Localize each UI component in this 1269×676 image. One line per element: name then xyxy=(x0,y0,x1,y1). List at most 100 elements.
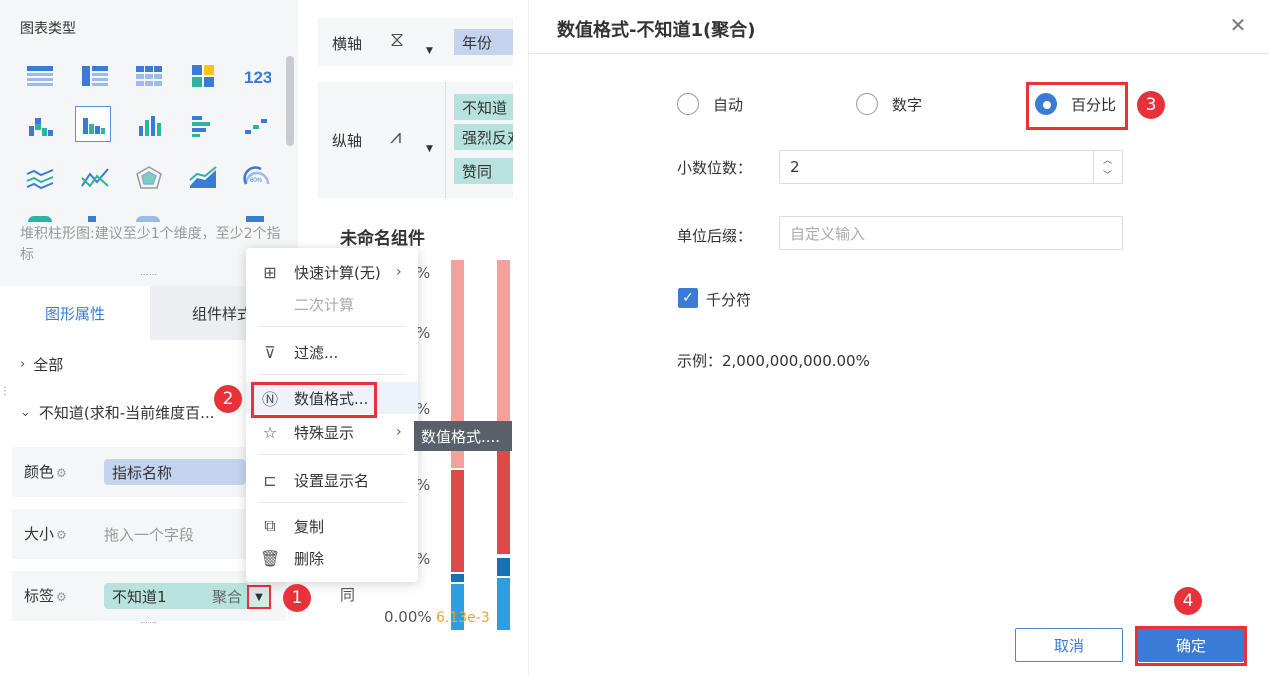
tag-row: 标签 ⚙ 不知道1 聚合 xyxy=(12,571,286,621)
dialog-header: 数值格式-不知道1(聚合) ✕ xyxy=(529,0,1269,54)
axes-panel: 横轴 ⧖ ▼ 年份 纵轴 ⩘ ▼ 不知道 强烈反对 赞同 xyxy=(318,18,513,198)
bar-segment[interactable] xyxy=(451,574,464,582)
horizontal-bar-icon[interactable] xyxy=(185,108,221,144)
gear-icon[interactable]: ⚙ xyxy=(56,590,67,604)
tree-item-all[interactable]: › 全部 xyxy=(20,354,63,375)
side-char: 同 xyxy=(340,586,356,604)
thousands-checkbox[interactable]: ✓ xyxy=(678,288,698,308)
decimal-label: 小数位数： xyxy=(677,159,753,177)
radio-number[interactable]: 数字 xyxy=(856,93,922,115)
table-icon[interactable] xyxy=(22,58,58,94)
axis-sort-icon[interactable]: ⧖ xyxy=(390,27,404,51)
menu-item-secondary-calc: 二次计算 xyxy=(294,295,355,314)
area-chart-icon[interactable] xyxy=(185,160,221,196)
bar-chart-icon[interactable] xyxy=(75,106,111,142)
stacked-bar-icon[interactable] xyxy=(22,108,58,144)
multi-line-icon[interactable] xyxy=(22,160,58,196)
close-icon[interactable]: ✕ xyxy=(1225,12,1251,38)
radio-auto[interactable]: 自动 xyxy=(677,93,743,115)
tag-field-pill[interactable]: 不知道1 聚合 xyxy=(104,583,250,609)
tab-graphic-properties[interactable]: 图形属性 xyxy=(0,286,150,340)
bar-segment[interactable] xyxy=(451,470,464,572)
color-label: 颜色 ⚙ xyxy=(24,463,67,481)
bar-segment[interactable] xyxy=(497,578,510,630)
chevron-up-icon[interactable]: ︿ xyxy=(1103,153,1112,166)
menu-item-copy[interactable]: ⧉ 复制 xyxy=(246,510,418,542)
thousands-label: 千分符 xyxy=(706,291,752,309)
decimal-input[interactable]: 2 xyxy=(779,150,1123,184)
svg-text:123: 123 xyxy=(244,68,271,87)
radio-circle xyxy=(856,93,878,115)
step-badge-2: 2 xyxy=(214,385,242,413)
menu-divider xyxy=(258,326,406,327)
menu-item-special-display[interactable]: ☆ 特殊显示 › xyxy=(246,416,418,448)
copy-icon: ⧉ xyxy=(264,516,276,535)
check-icon: ✓ xyxy=(682,290,694,306)
bar-segment[interactable] xyxy=(497,558,510,576)
gauge-icon[interactable]: 60% xyxy=(239,160,275,196)
gear-icon[interactable]: ⚙ xyxy=(56,466,67,480)
radio-circle xyxy=(677,93,699,115)
axis-line-icon[interactable]: ⩘ xyxy=(390,124,401,148)
rename-icon: ⊏ xyxy=(263,470,277,490)
decimal-stepper[interactable]: ︿ ﹀ xyxy=(1093,151,1121,183)
chart-type-scrollbar[interactable] xyxy=(286,56,294,146)
example-text: 示例：2,000,000,000.00% xyxy=(677,352,870,370)
y-tick-zero: 0.00% xyxy=(384,608,432,626)
data-label: 6.13e-3 xyxy=(436,610,490,626)
tree-item-all-label: 全部 xyxy=(33,356,64,374)
y-tick: % xyxy=(416,324,431,342)
funnel-icon[interactable] xyxy=(88,216,96,222)
caret-down-icon[interactable]: ▼ xyxy=(426,46,433,56)
size-label: 大小 ⚙ xyxy=(24,525,67,543)
kpi-grid-icon[interactable] xyxy=(185,58,221,94)
donut-icon[interactable] xyxy=(136,216,160,222)
y-tick: % xyxy=(416,550,431,568)
step-badge-1: 1 xyxy=(283,584,311,612)
color-row: 颜色 ⚙ 指标名称 xyxy=(12,447,286,497)
tree-item-field[interactable]: ⌄ 不知道(求和-当前维度百... xyxy=(20,402,214,423)
menu-item-quick-calc[interactable]: ⊞ 快速计算(无) › xyxy=(246,256,418,288)
y-axis-pill-2[interactable]: 强烈反对 xyxy=(454,124,513,150)
number-icon[interactable]: 123 xyxy=(239,58,275,94)
highlight-box xyxy=(1135,626,1247,666)
size-row: 大小 ⚙ 拖入一个字段 xyxy=(12,509,286,559)
color-field-pill[interactable]: 指标名称 xyxy=(104,459,246,485)
bar-segment[interactable] xyxy=(497,450,510,554)
menu-divider xyxy=(258,454,406,455)
trash-icon: 🗑 xyxy=(260,548,281,568)
line-chart-icon[interactable] xyxy=(77,160,113,196)
menu-item-delete[interactable]: 🗑 删除 xyxy=(246,542,418,574)
axis-divider xyxy=(445,82,446,198)
x-axis-pill[interactable]: 年份 xyxy=(454,29,513,55)
radar-chart-icon[interactable] xyxy=(131,160,167,196)
chart-hint-text: 堆积柱形图:建议至少1个维度，至少2个指标 xyxy=(20,226,281,263)
bar-segment[interactable] xyxy=(497,260,510,448)
resize-handle[interactable]: ⋯⋯ xyxy=(140,270,158,279)
menu-item-filter[interactable]: ⊽ 过滤... xyxy=(246,336,418,368)
grouped-table-icon[interactable] xyxy=(131,58,167,94)
cancel-button[interactable]: 取消 xyxy=(1015,628,1123,662)
chevron-down-icon[interactable]: ﹀ xyxy=(1103,168,1112,181)
gear-icon[interactable]: ⚙ xyxy=(56,528,67,542)
tag-label: 标签 ⚙ xyxy=(24,587,67,605)
x-axis-label: 横轴 xyxy=(332,35,363,53)
chevron-down-icon: ⌄ xyxy=(20,405,31,420)
dialog-title: 数值格式-不知道1(聚合) xyxy=(557,20,756,41)
bottom-resize-handle[interactable]: ⋯⋯ xyxy=(140,618,158,627)
y-axis-label: 纵轴 xyxy=(332,132,363,150)
size-drop-zone[interactable]: 拖入一个字段 xyxy=(104,524,194,545)
tag-field-name: 不知道1 xyxy=(112,587,167,606)
column-chart-icon[interactable] xyxy=(131,108,167,144)
menu-item-rename[interactable]: ⊏ 设置显示名 xyxy=(246,464,418,496)
pie-chart-icon[interactable] xyxy=(28,216,52,222)
map-icon[interactable] xyxy=(246,216,264,222)
suffix-input[interactable]: 自定义输入 xyxy=(779,216,1123,250)
y-axis-pill-3[interactable]: 赞同 xyxy=(454,158,513,184)
y-axis-pill-1[interactable]: 不知道 xyxy=(454,94,513,120)
chart-type-title: 图表类型 xyxy=(20,21,76,37)
scatter-bars-icon[interactable] xyxy=(239,108,275,144)
caret-down-icon[interactable]: ▼ xyxy=(426,144,433,154)
crosstab-icon[interactable] xyxy=(77,58,113,94)
field-dropdown-button[interactable]: ▼ xyxy=(247,585,271,609)
